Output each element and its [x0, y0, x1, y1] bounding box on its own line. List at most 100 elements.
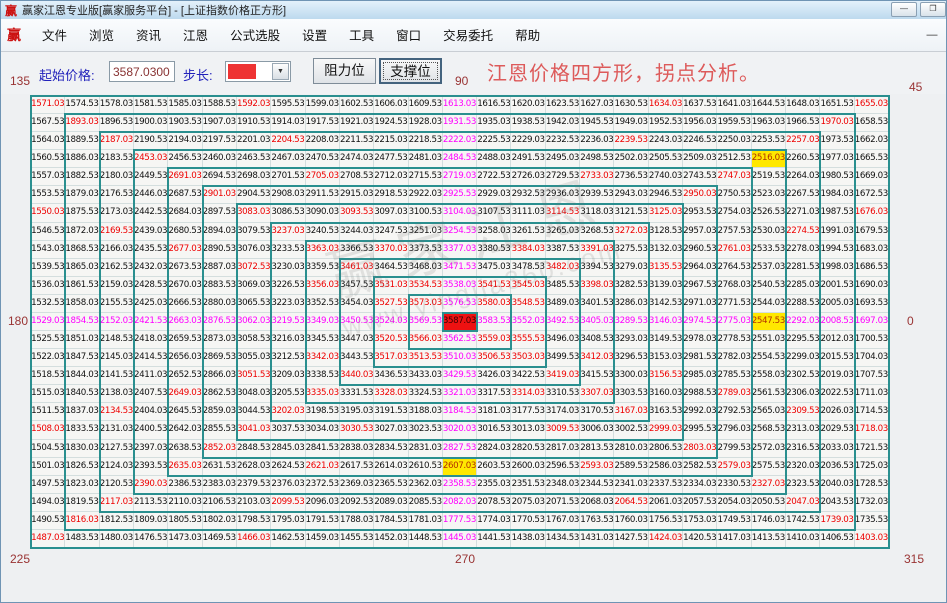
- grid-cell: 2565.03: [752, 403, 786, 421]
- grid-cell: 2253.53: [752, 132, 786, 150]
- grid-cell: 1669.03: [855, 168, 889, 186]
- angle-label-225: 225: [10, 552, 30, 566]
- grid-cell: 3559.03: [477, 331, 511, 349]
- grid-cell: 3181.03: [477, 403, 511, 421]
- grid-cell: 1805.53: [168, 512, 202, 530]
- grid-cell: 3289.53: [614, 313, 648, 331]
- grid-cell: 2376.03: [271, 476, 305, 494]
- grid-cell: 2806.53: [649, 440, 683, 458]
- menu-item-5[interactable]: 公式选股: [219, 25, 291, 47]
- grid-cell: 2848.53: [237, 440, 271, 458]
- grid-cell: 1987.53: [820, 204, 854, 222]
- menu-item-2[interactable]: 浏览: [78, 25, 125, 47]
- application-window: 赢 赢家江恩专业版[赢家服务平台] - [上证指数价格正方形] — ❐ 赢 文件…: [0, 0, 947, 603]
- grid-cell: 2022.53: [820, 385, 854, 403]
- step-color-combobox[interactable]: ▼: [225, 61, 291, 82]
- menu-item-10[interactable]: 帮助: [504, 25, 551, 47]
- grid-cell: 2726.03: [511, 168, 545, 186]
- grid-cell: 2652.53: [168, 367, 202, 385]
- grid-cell: 2435.53: [134, 241, 168, 259]
- grid-cell: 2974.53: [683, 313, 717, 331]
- grid-cell: 1427.53: [614, 530, 648, 548]
- grid-cell: 2754.03: [717, 204, 751, 222]
- chevron-down-icon[interactable]: ▼: [272, 63, 289, 80]
- grid-cell: 2421.53: [134, 313, 168, 331]
- minimize-button[interactable]: —: [891, 2, 917, 17]
- grid-cell: 2827.53: [443, 440, 477, 458]
- grid-cell: 3475.03: [477, 259, 511, 277]
- grid-cell: 3398.03: [580, 277, 614, 295]
- grid-cell: 3310.53: [546, 385, 580, 403]
- angle-label-0: 0: [907, 314, 914, 328]
- grid-cell: 2442.53: [134, 204, 168, 222]
- grid-cell: 1900.03: [134, 114, 168, 132]
- grid-cell: 2698.03: [237, 168, 271, 186]
- grid-cell: 2582.53: [683, 458, 717, 476]
- angle-label-45: 45: [909, 80, 922, 94]
- grid-cell: 2687.53: [168, 186, 202, 204]
- menu-item-6[interactable]: 设置: [291, 25, 338, 47]
- resistance-button[interactable]: 阻力位: [313, 58, 376, 84]
- grid-cell: 2008.53: [820, 313, 854, 331]
- grid-cell: 3118.03: [580, 204, 614, 222]
- grid-cell: 3415.53: [580, 367, 614, 385]
- grid-cell: 2904.53: [237, 186, 271, 204]
- grid-cell: 3142.53: [649, 295, 683, 313]
- grid-cell: 1476.53: [134, 530, 168, 548]
- mdi-minimize-button[interactable]: —: [924, 29, 940, 41]
- grid-cell: 3296.53: [614, 349, 648, 367]
- grid-cell: 2743.53: [683, 168, 717, 186]
- menu-item-9[interactable]: 交易委托: [432, 25, 504, 47]
- grid-cell: 1910.53: [237, 114, 271, 132]
- menu-item-1[interactable]: 文件: [31, 25, 78, 47]
- grid-cell: 2978.03: [683, 331, 717, 349]
- start-price-input[interactable]: [109, 61, 175, 82]
- grid-cell: 3034.03: [306, 421, 340, 439]
- grid-cell: 2134.53: [100, 403, 134, 421]
- grid-cell: 2512.53: [717, 150, 751, 168]
- grid-cell: 1616.53: [477, 96, 511, 114]
- grid-cell: 2992.03: [683, 403, 717, 421]
- menu-item-8[interactable]: 窗口: [385, 25, 432, 47]
- grid-cell: 2820.53: [511, 440, 545, 458]
- grid-cell: 2092.53: [340, 494, 374, 512]
- grid-cell: 2264.03: [786, 168, 820, 186]
- grid-cell: 3163.53: [649, 403, 683, 421]
- grid-cell: 2400.53: [134, 421, 168, 439]
- grid-cell: 3083.03: [237, 204, 271, 222]
- restore-button[interactable]: ❐: [920, 2, 946, 17]
- grid-cell: 2365.53: [374, 476, 408, 494]
- grid-cell: 3048.03: [237, 385, 271, 403]
- grid-cell: 1434.53: [546, 530, 580, 548]
- grid-cell: 2271.03: [786, 204, 820, 222]
- grid-cell: 1574.53: [65, 96, 99, 114]
- grid-cell: 3468.03: [409, 259, 443, 277]
- grid-cell: 2537.03: [752, 259, 786, 277]
- grid-cell: 1868.53: [65, 241, 99, 259]
- grid-cell: 2281.53: [786, 259, 820, 277]
- grid-cell: 3230.03: [271, 259, 305, 277]
- grid-cell: 2554.53: [752, 349, 786, 367]
- menu-item-3[interactable]: 资讯: [125, 25, 172, 47]
- grid-cell: 2043.53: [820, 494, 854, 512]
- grid-cell: 3531.03: [374, 277, 408, 295]
- grid-cell: 3520.53: [374, 331, 408, 349]
- grid-cell: 2841.53: [306, 440, 340, 458]
- menu-item-4[interactable]: 江恩: [172, 25, 219, 47]
- support-button[interactable]: 支撑位: [379, 58, 442, 84]
- grid-cell: 1504.53: [31, 440, 65, 458]
- grid-cell: 2624.53: [271, 458, 305, 476]
- grid-cell: 1448.53: [409, 530, 443, 548]
- grid-cell: 3146.03: [649, 313, 683, 331]
- grid-cell: 2505.53: [649, 150, 683, 168]
- grid-cell: 2320.03: [786, 458, 820, 476]
- grid-cell: 1518.53: [31, 367, 65, 385]
- grid-cell: 3205.53: [271, 385, 305, 403]
- grid-cell: 3345.53: [306, 331, 340, 349]
- grid-cell: 1602.53: [340, 96, 374, 114]
- grid-cell: 1469.53: [203, 530, 237, 548]
- menu-item-7[interactable]: 工具: [338, 25, 385, 47]
- grid-cell: 2288.53: [786, 295, 820, 313]
- grid-cell: 3422.53: [511, 367, 545, 385]
- grid-cell: 2313.03: [786, 421, 820, 439]
